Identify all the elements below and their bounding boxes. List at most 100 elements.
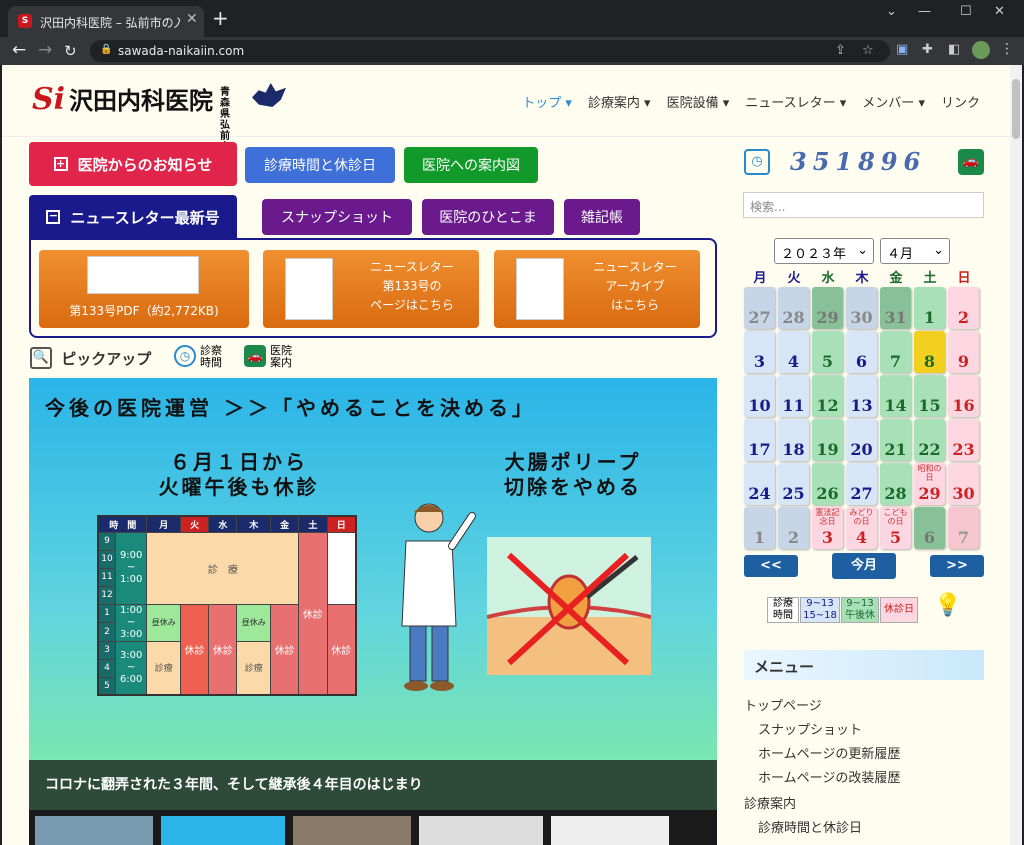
new-tab-button[interactable]: + — [212, 8, 229, 28]
calendar-day-number: 9 — [957, 352, 970, 371]
menu-dots-icon[interactable]: ⋮ — [1000, 41, 1014, 57]
nav-clinic[interactable]: 診療案内 ▾ — [588, 92, 651, 111]
browser-tab[interactable]: S 沢田内科医院 – 弘前市の入院設備 ✕ — [8, 6, 204, 37]
chevron-down-icon[interactable]: ⌄ — [886, 4, 897, 19]
map-button[interactable]: 医院への案内図 — [404, 147, 538, 183]
hitokoma-button[interactable]: 医院のひとこま — [422, 199, 554, 235]
calendar-day-number: 27 — [850, 484, 873, 503]
menu-item-hours[interactable]: 診療時間と休診日 — [758, 817, 862, 836]
year-select[interactable]: ２０２３年 ⌄ — [774, 238, 874, 264]
calendar-day: 24 — [744, 463, 775, 505]
calendar-day: 17 — [744, 419, 775, 461]
thumb-1[interactable] — [35, 816, 153, 845]
holiday-name: 憲法記念日 — [815, 508, 840, 526]
nav-members[interactable]: メンバー ▾ — [862, 92, 925, 111]
news-card-pdf[interactable]: 第133号PDF（約2,772KB) — [39, 250, 249, 328]
thumb-4[interactable] — [419, 816, 543, 845]
nav-facility-label: 医院設備 — [666, 96, 719, 111]
time-slot-2: 1:00 ~3:00 — [114, 603, 148, 642]
news-card-page[interactable]: ニュースレター 第133号の ページはこちら — [263, 250, 479, 328]
share-icon[interactable]: ⇪ — [835, 43, 846, 58]
calendar-day: 31 — [880, 287, 911, 329]
forward-icon[interactable]: → — [38, 40, 52, 60]
logo-text: 沢田内科医院 — [69, 86, 214, 115]
sched-h0: 時 間 — [97, 515, 148, 533]
calendar-day: 憲法記念日 3 — [812, 507, 843, 549]
extension-icon[interactable]: ▣ — [896, 42, 908, 57]
window-close-icon[interactable]: ✕ — [994, 4, 1005, 19]
omnibox[interactable]: 🔒 sawada-naikaiin.com ⇪ ☆ — [90, 40, 890, 62]
hero-banner[interactable]: 今後の医院運営 ＞＞「やめることを決める」 ６月１日から 火曜午後も休診 大腸ポ… — [29, 378, 717, 760]
newsletter-tab[interactable]: − ニュースレター最新号 — [29, 195, 237, 239]
time1b: ~ — [126, 562, 136, 573]
minimize-icon[interactable]: — — [918, 4, 931, 19]
legend-label: 診療 時間 — [767, 597, 799, 623]
calendar-day-number: 6 — [923, 528, 936, 547]
hours-button[interactable]: 診療時間と休診日 — [245, 147, 395, 183]
puzzle-icon[interactable]: ✚ — [922, 42, 933, 57]
sched-h3: 水 — [208, 515, 238, 533]
favicon-icon: S — [18, 14, 32, 28]
hour-3: 3 — [97, 640, 116, 660]
sat-closed: 休診 — [326, 603, 357, 696]
nav-top[interactable]: トップ ▾ — [522, 92, 572, 111]
nav-facility[interactable]: 医院設備 ▾ — [667, 92, 730, 111]
calendar-day-number: 28 — [782, 308, 805, 327]
notes-button[interactable]: 雑記帳 — [564, 199, 640, 235]
calendar-day-number: 7 — [889, 352, 902, 371]
notice-button[interactable]: + 医院からのお知らせ — [29, 142, 237, 186]
nav-links[interactable]: リンク — [941, 92, 980, 111]
search-input[interactable]: 検索... — [743, 192, 984, 218]
legend-b2: 午後休 — [845, 610, 875, 621]
back-icon[interactable]: ← — [12, 40, 26, 60]
scrollbar-thumb[interactable] — [1012, 79, 1020, 139]
pickup-hours-text: 診察 時間 — [200, 345, 222, 369]
menu-item-renovation-history[interactable]: ホームページの改装履歴 — [758, 767, 900, 786]
mon-afternoon: 診療 — [146, 640, 182, 696]
hero-left-title: ６月１日から 火曜午後も休診 — [109, 450, 369, 500]
time2a: 1:00 — [119, 604, 143, 616]
hero-left-title2: 火曜午後も休診 — [158, 475, 320, 499]
calendar-day: 12 — [812, 375, 843, 417]
thumb-3[interactable] — [293, 816, 411, 845]
avatar[interactable] — [972, 41, 990, 59]
bookmark-star-icon[interactable]: ☆ — [862, 43, 874, 58]
wed-closed: 休診 — [208, 603, 238, 696]
menu-item-snapshot[interactable]: スナップショット — [758, 719, 862, 738]
hero-headline: 今後の医院運営 ＞＞「やめることを決める」 — [45, 396, 536, 420]
hero-right-title: 大腸ポリープ 切除をやめる — [463, 450, 683, 500]
thumb-5[interactable] — [551, 816, 669, 845]
hero-left-title1: ６月１日から — [170, 450, 308, 474]
reload-icon[interactable]: ↻ — [64, 42, 77, 60]
month-select[interactable]: ４月 ⌄ — [880, 238, 950, 264]
sidepanel-icon[interactable]: ◧ — [948, 42, 960, 57]
pickup-hours2: 時間 — [200, 356, 222, 369]
close-tab-icon[interactable]: ✕ — [186, 11, 198, 27]
tab-bar: S 沢田内科医院 – 弘前市の入院設備 ✕ + ⌄ — ☐ ✕ — [0, 0, 1024, 37]
calendar-day: 4 — [778, 331, 809, 373]
menu-item-top[interactable]: トップページ — [744, 695, 822, 714]
maximize-icon[interactable]: ☐ — [960, 4, 972, 19]
legend-label1: 診療 — [773, 598, 793, 609]
hero-caption[interactable]: コロナに翻弄された３年間、そして継承後４年目のはじまり — [29, 760, 717, 810]
legend-b1: 9~13 — [846, 598, 874, 609]
nav-newsletter[interactable]: ニュースレター ▾ — [745, 92, 846, 111]
shinryo-cell: 診 療 — [146, 531, 300, 605]
calendar-day-number: 26 — [816, 484, 839, 503]
menu-item-update-history[interactable]: ホームページの更新履歴 — [758, 743, 900, 762]
next-month-button[interactable]: >> — [930, 555, 984, 577]
prev-month-button[interactable]: << — [744, 555, 798, 577]
menu-item-clinic[interactable]: 診療案内 — [744, 793, 796, 812]
calendar-day-number: 25 — [782, 484, 805, 503]
news-card-archive[interactable]: ニュースレター アーカイブ はこちら — [494, 250, 700, 328]
snapshot-button[interactable]: スナップショット — [262, 199, 412, 235]
this-month-button[interactable]: 今月 — [832, 553, 896, 579]
polyp-illustration — [487, 537, 651, 675]
calendar-day-number: 31 — [884, 308, 907, 327]
lightbulb-icon[interactable]: 💡 — [934, 593, 961, 618]
site-logo[interactable]: Si沢田内科医院 青森県弘前市 — [32, 81, 286, 153]
calendar-day: 10 — [744, 375, 775, 417]
thumb-2[interactable] — [161, 816, 285, 845]
scrollbar[interactable] — [1010, 65, 1022, 845]
chevron-down-icon: ⌄ — [933, 243, 944, 258]
